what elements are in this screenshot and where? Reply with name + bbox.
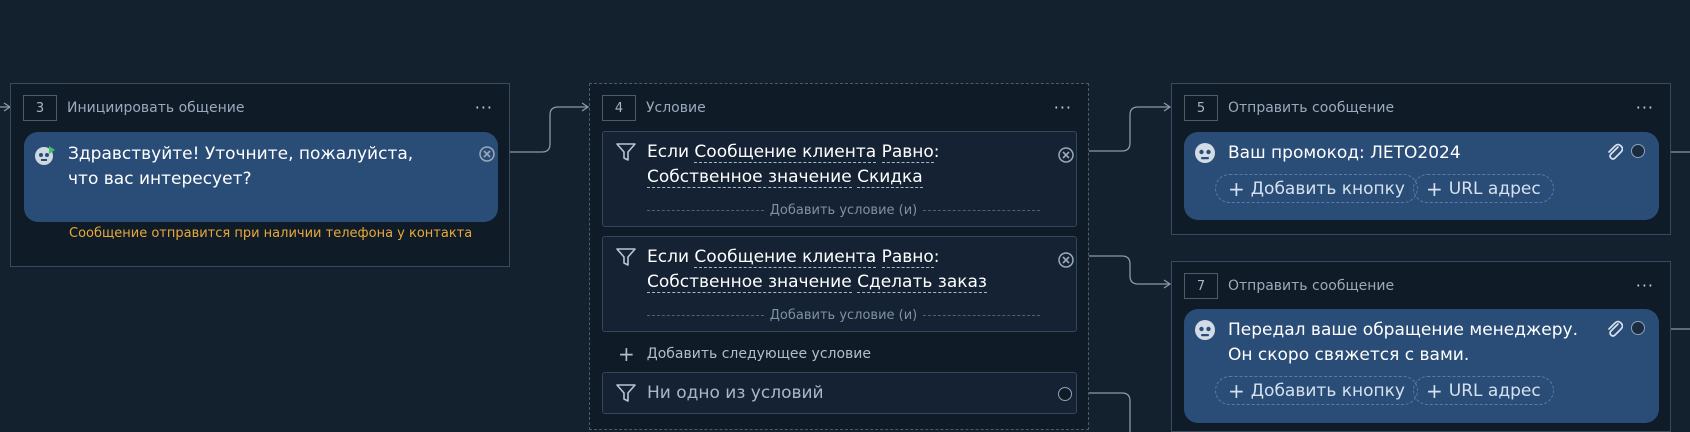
block-header: 5 Отправить сообщение ··· (1184, 94, 1658, 122)
else-label: Ни одно из условий (647, 383, 824, 403)
condition-if: Если (647, 247, 690, 267)
url-address-button[interactable]: + URL адрес (1413, 376, 1554, 405)
block-header: 7 Отправить сообщение ··· (1184, 272, 1658, 300)
close-circle-icon[interactable] (479, 146, 495, 162)
block-initiate-conversation[interactable]: 3 Инициировать общение ··· Здравствуйте!… (10, 83, 510, 267)
url-address-label: URL адрес (1448, 380, 1541, 401)
filter-icon (616, 248, 636, 266)
condition-source[interactable]: Собственное значение (647, 167, 852, 188)
message-bubble[interactable]: Ваш промокод: ЛЕТО2024 + Добавить кнопку… (1184, 132, 1659, 220)
else-condition[interactable]: Ни одно из условий (602, 372, 1077, 414)
url-address-button[interactable]: + URL адрес (1413, 174, 1554, 203)
add-and-condition[interactable]: Добавить условие (и) (647, 307, 1041, 323)
block-send-message[interactable]: 5 Отправить сообщение ··· Ваш промокод: … (1171, 83, 1671, 235)
message-text[interactable]: Здравствуйте! Уточните, пожалуйста, что … (68, 142, 448, 192)
more-options-icon[interactable]: ··· (1632, 278, 1658, 294)
output-port[interactable] (1631, 321, 1645, 335)
plus-icon: + (1228, 378, 1245, 403)
add-button-label: Добавить кнопку (1250, 178, 1405, 199)
block-title: Отправить сообщение (1228, 100, 1395, 116)
condition-operator[interactable]: Равно (881, 247, 934, 268)
plus-icon: + (1426, 176, 1443, 201)
block-title: Условие (646, 100, 706, 116)
condition-text: Если Сообщение клиента Равно: Собственно… (647, 245, 987, 295)
filter-icon (616, 143, 636, 161)
block-send-message[interactable]: 7 Отправить сообщение ··· Передал ваше о… (1171, 261, 1671, 432)
add-and-condition-label: Добавить условие (и) (769, 202, 918, 218)
message-text[interactable]: Передал ваше обращение менеджеру. Он ско… (1228, 318, 1603, 368)
add-next-condition-label: Добавить следующее условие (646, 346, 872, 362)
block-title: Инициировать общение (67, 100, 245, 116)
add-and-condition-label: Добавить условие (и) (769, 307, 918, 323)
output-port[interactable] (1058, 387, 1072, 401)
step-number: 3 (23, 95, 57, 121)
add-button-label: Добавить кнопку (1250, 380, 1405, 401)
filter-icon (616, 384, 636, 402)
condition-field[interactable]: Сообщение клиента (694, 247, 877, 268)
more-options-icon[interactable]: ··· (1632, 100, 1658, 116)
bot-avatar-icon (1195, 320, 1215, 340)
condition-colon: : (933, 247, 940, 267)
delivery-note: Сообщение отправится при наличии телефон… (69, 226, 473, 241)
plus-icon: + (1228, 176, 1245, 201)
condition-item[interactable]: Если Сообщение клиента Равно: Собственно… (602, 236, 1077, 332)
message-text[interactable]: Ваш промокод: ЛЕТО2024 (1228, 141, 1608, 166)
close-circle-icon[interactable] (1058, 147, 1074, 163)
condition-operator[interactable]: Равно (881, 142, 934, 163)
paperclip-icon[interactable] (1605, 141, 1623, 161)
block-header: 4 Условие ··· (602, 94, 1076, 122)
block-title: Отправить сообщение (1228, 278, 1395, 294)
bot-avatar-icon (35, 146, 55, 165)
step-number: 7 (1184, 273, 1218, 299)
close-circle-icon[interactable] (1058, 252, 1074, 268)
output-port[interactable] (1631, 144, 1645, 158)
step-number: 4 (602, 95, 636, 121)
message-bubble[interactable]: Здравствуйте! Уточните, пожалуйста, что … (24, 132, 498, 222)
add-next-condition-button[interactable]: + Добавить следующее условие (618, 342, 871, 366)
condition-colon: : (933, 142, 940, 162)
condition-if: Если (647, 142, 690, 162)
condition-item[interactable]: Если Сообщение клиента Равно: Собственно… (602, 131, 1077, 227)
condition-value[interactable]: Сделать заказ (857, 272, 987, 293)
plus-icon: + (618, 342, 635, 366)
paperclip-icon[interactable] (1605, 318, 1623, 338)
condition-field[interactable]: Сообщение клиента (694, 142, 877, 163)
more-options-icon[interactable]: ··· (1050, 100, 1076, 116)
plus-icon: + (1426, 378, 1443, 403)
add-button-button[interactable]: + Добавить кнопку (1215, 376, 1418, 405)
add-button-button[interactable]: + Добавить кнопку (1215, 174, 1418, 203)
condition-text: Если Сообщение клиента Равно: Собственно… (647, 140, 940, 190)
condition-value[interactable]: Скидка (857, 167, 923, 188)
condition-source[interactable]: Собственное значение (647, 272, 852, 293)
url-address-label: URL адрес (1448, 178, 1541, 199)
block-header: 3 Инициировать общение ··· (23, 94, 497, 122)
block-condition[interactable]: 4 Условие ··· Если Сообщение клиента Рав… (589, 83, 1089, 430)
bot-avatar-icon (1195, 143, 1215, 163)
message-bubble[interactable]: Передал ваше обращение менеджеру. Он ско… (1184, 309, 1659, 423)
more-options-icon[interactable]: ··· (471, 100, 497, 116)
step-number: 5 (1184, 95, 1218, 121)
add-and-condition[interactable]: Добавить условие (и) (647, 202, 1041, 218)
